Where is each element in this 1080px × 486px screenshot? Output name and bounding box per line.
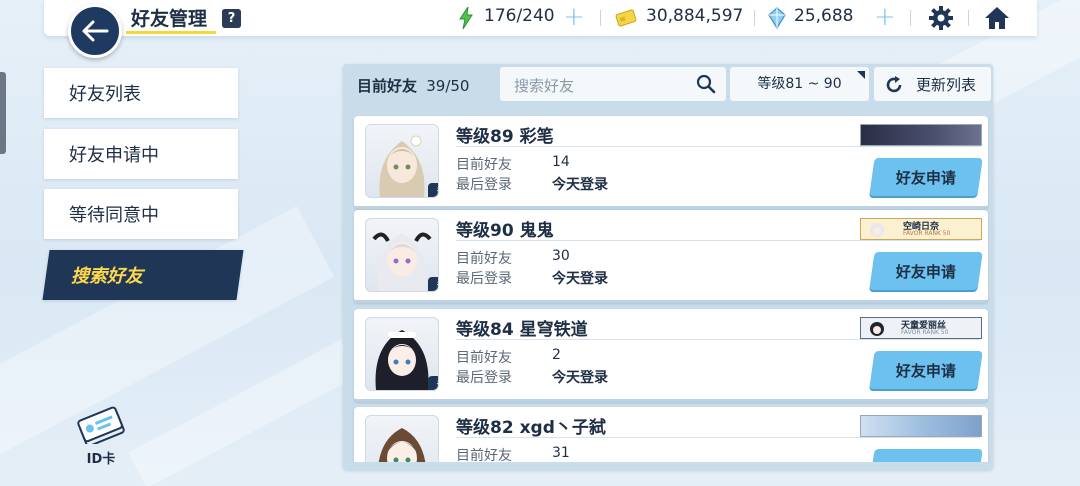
avatar[interactable]: i [365, 218, 439, 292]
divider [456, 339, 980, 340]
gems-value: 25,688 [794, 6, 854, 26]
credit-card-icon [615, 9, 637, 27]
divider [910, 10, 911, 26]
avatar[interactable]: i [365, 124, 439, 198]
page-title: 好友管理 [131, 8, 208, 30]
last-login-label: 最后登录 [456, 271, 512, 287]
menu-label: 搜索好友 [71, 266, 143, 287]
friend-name: 等级82 xgd丶子弑 [456, 418, 606, 438]
menu-pending-requests[interactable]: 好友申请中 [44, 129, 238, 179]
last-login-label: 最后登录 [456, 370, 512, 386]
search-input[interactable]: 搜索好友 [500, 67, 726, 101]
stamina-bolt-icon [459, 7, 473, 29]
profile-banner: 天童爱丽丝 FAVOR RANK 50 [860, 317, 982, 339]
divider [600, 10, 601, 26]
friend-name: 等级84 星穹铁道 [456, 320, 588, 340]
gem-icon [768, 7, 786, 29]
friend-name: 等级90 鬼鬼 [456, 221, 554, 241]
friend-card: i 等级89 彩笔 目前好友 14 最后登录 今天登录 好友申请 [354, 116, 988, 209]
friend-card: 等级82 xgd丶子弑 目前好友 31 [354, 407, 988, 462]
avatar[interactable] [365, 415, 439, 462]
avatar[interactable]: i [365, 317, 439, 391]
menu-label: 好友列表 [69, 84, 141, 105]
friend-count-label: 目前好友 [456, 350, 512, 366]
friend-count-label: 目前好友 [456, 157, 512, 173]
friend-request-label: 好友申请 [895, 262, 956, 281]
add-gems-button[interactable]: + [874, 2, 896, 32]
id-card-button[interactable]: ID卡 [70, 404, 132, 467]
home-icon[interactable] [983, 5, 1011, 31]
level-filter-value: 等级81 ~ 90 [757, 76, 842, 92]
friend-request-label: 好友申请 [895, 168, 956, 187]
banner-portrait [870, 223, 884, 237]
friend-count-value: 2 [552, 347, 561, 363]
profile-banner [860, 415, 982, 437]
last-login-label: 最后登录 [456, 177, 512, 193]
menu-friend-list[interactable]: 好友列表 [44, 68, 238, 118]
friend-count-value: 30 [552, 248, 570, 264]
banner-portrait [870, 322, 884, 336]
info-icon[interactable]: i [428, 183, 438, 197]
gear-icon[interactable] [928, 5, 954, 31]
friend-count-label: 目前好友 [456, 448, 512, 462]
menu-label: 好友申请中 [69, 145, 159, 166]
friend-count-value: 14 [552, 154, 570, 170]
search-placeholder: 搜索好友 [514, 77, 575, 95]
last-login-value: 今天登录 [552, 271, 608, 287]
level-filter-dropdown[interactable]: 等级81 ~ 90 [730, 67, 869, 101]
friend-count-label: 目前好友 [357, 77, 418, 95]
dropdown-corner-icon [857, 71, 865, 79]
last-login-value: 今天登录 [552, 370, 608, 386]
info-icon[interactable]: i [428, 376, 438, 390]
info-icon[interactable]: i [428, 277, 438, 291]
avatar-portrait [378, 428, 426, 462]
refresh-icon [886, 76, 902, 93]
arrow-left-icon [82, 20, 109, 42]
friend-count-value: 39/50 [426, 77, 470, 95]
menu-search-friends[interactable]: 搜索好友 [42, 250, 244, 300]
divider [754, 10, 755, 26]
divider [456, 240, 980, 241]
banner-rank: FAVOR RANK 50 [901, 329, 949, 336]
id-card-label: ID卡 [86, 452, 116, 467]
refresh-label: 更新列表 [916, 76, 977, 94]
friend-name: 等级89 彩笔 [456, 127, 554, 147]
friend-count: 目前好友 39/50 [357, 75, 469, 96]
friend-card: i 等级90 鬼鬼 目前好友 30 最后登录 今天登录 空崎日奈 FAVOR R… [354, 210, 988, 303]
friend-request-button[interactable]: 好友申请 [869, 351, 983, 389]
search-icon[interactable] [696, 74, 716, 94]
help-button[interactable]: ? [222, 9, 241, 28]
menu-label: 等待同意中 [69, 205, 159, 226]
stamina-value: 176/240 [484, 6, 555, 26]
title-underline [126, 31, 216, 34]
friend-list[interactable]: i 等级89 彩笔 目前好友 14 最后登录 今天登录 好友申请 i 等级90 … [350, 112, 992, 462]
id-card-icon [77, 406, 125, 447]
friend-card: i 等级84 星穹铁道 目前好友 2 最后登录 今天登录 天童爱丽丝 FAVOR… [354, 309, 988, 402]
last-login-value: 今天登录 [552, 177, 608, 193]
profile-banner [860, 124, 982, 146]
friend-count-label: 目前好友 [456, 251, 512, 267]
side-drawer-handle[interactable] [0, 72, 6, 154]
friend-request-label: 好友申请 [895, 361, 956, 380]
back-button[interactable] [68, 4, 122, 58]
friend-request-button[interactable]: 好友申请 [869, 252, 983, 290]
refresh-list-button[interactable]: 更新列表 [874, 67, 991, 101]
friend-count-value: 31 [552, 445, 570, 461]
banner-rank: FAVOR RANK 50 [903, 230, 951, 237]
add-stamina-button[interactable]: + [563, 2, 585, 32]
friend-request-button[interactable]: 好友申请 [869, 158, 983, 196]
friend-request-button[interactable] [869, 449, 983, 462]
menu-awaiting-approval[interactable]: 等待同意中 [44, 189, 238, 239]
divider [968, 10, 969, 26]
divider [456, 437, 980, 438]
credits-value: 30,884,597 [646, 6, 744, 26]
divider [456, 146, 980, 147]
profile-banner: 空崎日奈 FAVOR RANK 50 [860, 218, 982, 240]
